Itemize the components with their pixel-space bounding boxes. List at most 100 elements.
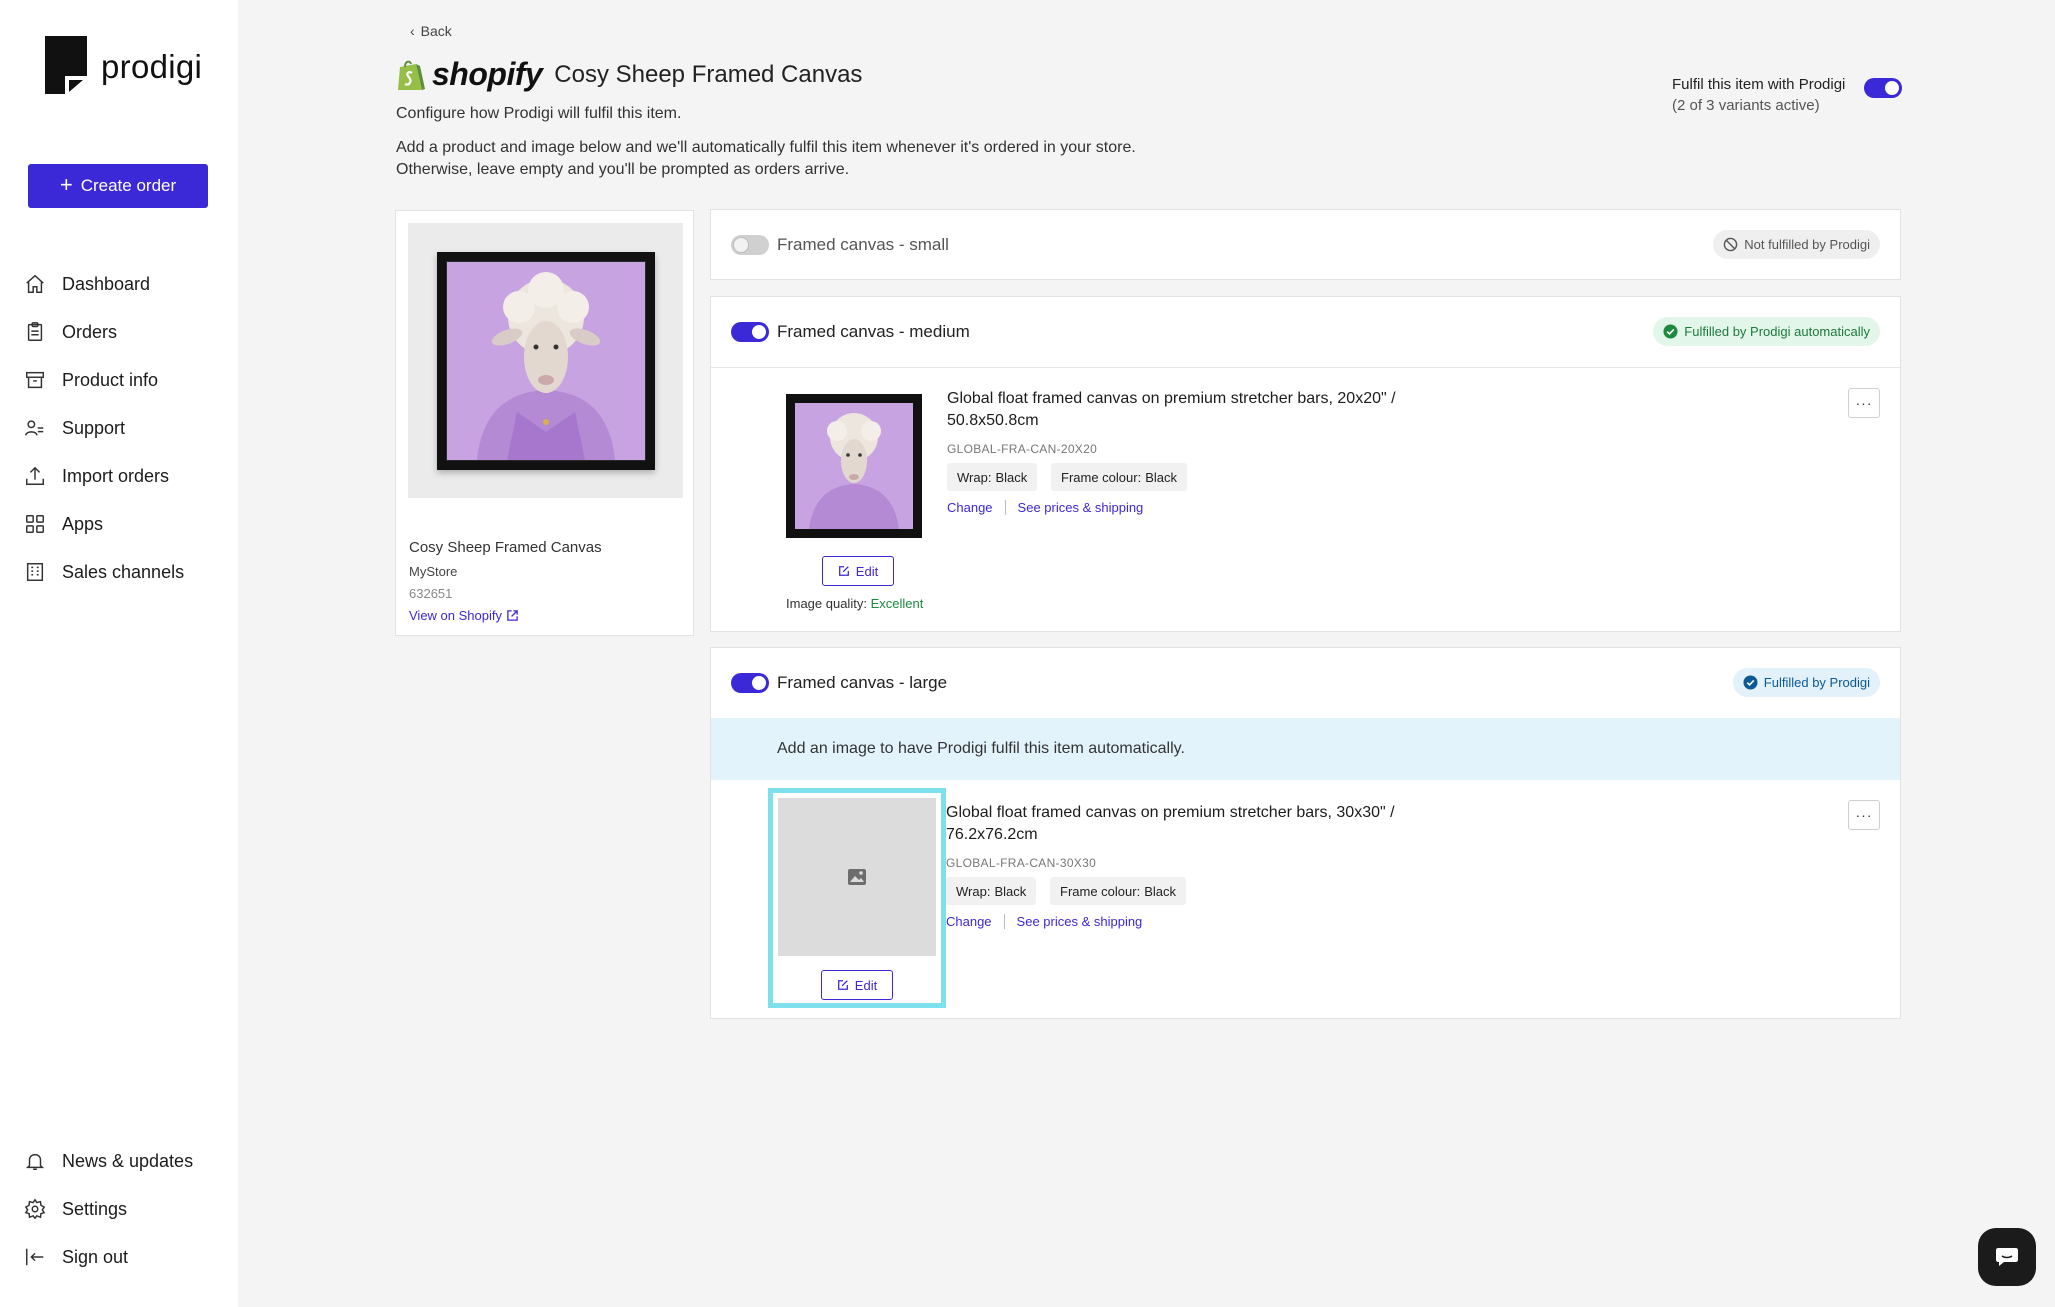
- variant-label: Framed canvas - large: [777, 673, 948, 692]
- image-icon: [848, 869, 866, 885]
- sidebar-item-product-info[interactable]: Product info: [0, 356, 238, 404]
- variant-panel-large: Framed canvas - large Fulfilled by Prodi…: [710, 647, 1901, 1019]
- description-line: Otherwise, leave empty and you'll be pro…: [396, 161, 850, 178]
- back-link[interactable]: ‹ Back: [410, 23, 452, 39]
- toggle-knob: [734, 238, 748, 252]
- toggle-knob: [752, 325, 766, 339]
- ellipsis-icon: ···: [1855, 807, 1873, 823]
- ban-icon: [1723, 237, 1738, 252]
- more-options-button[interactable]: ···: [1848, 388, 1880, 418]
- bell-icon: [25, 1153, 45, 1170]
- status-badge: Not fulfilled by Prodigi: [1713, 230, 1880, 259]
- sidebar: prodigi + Create order Dashboard Orders …: [0, 0, 238, 1307]
- page-subtitle: Configure how Prodigi will fulfil this i…: [396, 105, 682, 122]
- home-icon: [26, 274, 44, 293]
- image-quality: Image quality: Excellent: [786, 596, 923, 611]
- title-row: shopify Cosy Sheep Framed Canvas: [396, 56, 862, 93]
- frame-colour-label: Frame colour:: [1060, 883, 1141, 899]
- variant-toggle[interactable]: [731, 235, 769, 255]
- sidebar-bottom-nav: News & updates Settings Sign out: [0, 1137, 238, 1281]
- fulfil-variant-count: (2 of 3 variants active): [1672, 97, 1820, 114]
- product-sku: GLOBAL-FRA-CAN-30X30: [946, 856, 1097, 870]
- sidebar-item-news[interactable]: News & updates: [0, 1137, 238, 1185]
- sidebar-item-orders[interactable]: Orders: [0, 308, 238, 356]
- prodigi-logo-mark: [45, 36, 87, 94]
- upload-icon: [26, 466, 44, 485]
- prodigi-logo[interactable]: prodigi: [45, 36, 202, 94]
- sidebar-item-support[interactable]: Support: [0, 404, 238, 452]
- sidebar-item-apps[interactable]: Apps: [0, 500, 238, 548]
- variant-label: Framed canvas - small: [777, 235, 949, 254]
- check-circle-icon: [1663, 324, 1678, 339]
- sidebar-item-label: Import orders: [62, 465, 170, 486]
- plus-icon: +: [59, 172, 73, 197]
- view-on-shopify-link[interactable]: View on Shopify: [409, 608, 519, 623]
- page-title: Cosy Sheep Framed Canvas: [554, 60, 863, 88]
- clipboard-icon: [27, 322, 43, 341]
- product-title: Global float framed canvas on premium st…: [946, 804, 1395, 843]
- variant-label: Framed canvas - medium: [777, 322, 970, 341]
- product-image: [408, 223, 683, 498]
- product-thumbnail[interactable]: [786, 394, 922, 538]
- sidebar-item-sign-out[interactable]: Sign out: [0, 1233, 238, 1281]
- sheep-artwork: [445, 260, 646, 461]
- change-link[interactable]: Change: [946, 914, 992, 929]
- product-id: 632651: [409, 586, 453, 601]
- sidebar-nav: Dashboard Orders Product info Support Im…: [0, 260, 238, 596]
- edit-image-button[interactable]: Edit: [821, 970, 893, 1000]
- add-image-notice: Add an image to have Prodigi fulfil this…: [711, 718, 1900, 780]
- frame-colour-label: Frame colour:: [1061, 469, 1142, 485]
- image-quality-value: Excellent: [870, 596, 924, 611]
- wrap-label: Wrap:: [957, 469, 992, 485]
- link-separator: [1003, 914, 1005, 929]
- sidebar-item-label: Apps: [62, 513, 104, 534]
- create-order-button[interactable]: + Create order: [28, 164, 208, 208]
- frame-colour-chip: Frame colour: Black: [1051, 463, 1187, 491]
- status-badge: Fulfilled by Prodigi: [1732, 668, 1880, 697]
- chat-button[interactable]: [1978, 1228, 2036, 1286]
- more-options-button[interactable]: ···: [1848, 800, 1880, 830]
- edit-icon: [838, 566, 849, 576]
- sidebar-item-label: Sign out: [62, 1246, 129, 1267]
- prices-shipping-link[interactable]: See prices & shipping: [1018, 500, 1144, 515]
- status-badge: Fulfilled by Prodigi automatically: [1653, 317, 1880, 346]
- toggle-knob: [752, 676, 766, 690]
- status-badge-label: Not fulfilled by Prodigi: [1744, 237, 1870, 252]
- edit-label: Edit: [855, 563, 879, 579]
- sidebar-item-settings[interactable]: Settings: [0, 1185, 238, 1233]
- brand-name: prodigi: [101, 48, 203, 85]
- wrap-label: Wrap:: [956, 883, 991, 899]
- chat-icon: [1996, 1248, 2018, 1266]
- gear-icon: [24, 1198, 46, 1220]
- variant-toggle[interactable]: [731, 673, 769, 693]
- fulfil-toggle[interactable]: [1864, 78, 1902, 98]
- edit-image-button[interactable]: Edit: [822, 556, 894, 586]
- ellipsis-icon: ···: [1855, 395, 1873, 411]
- product-links: Change See prices & shipping: [947, 500, 1143, 515]
- page-description: Add a product and image below and we'll …: [396, 137, 1296, 181]
- sidebar-item-sales-channels[interactable]: Sales channels: [0, 548, 238, 596]
- sidebar-item-dashboard[interactable]: Dashboard: [0, 260, 238, 308]
- fulfil-label: Fulfil this item with Prodigi: [1672, 76, 1846, 93]
- wrap-value: Black: [995, 469, 1028, 485]
- sidebar-item-import-orders[interactable]: Import orders: [0, 452, 238, 500]
- shopify-bag-icon: [398, 60, 425, 90]
- image-placeholder[interactable]: [778, 798, 936, 956]
- product-title: Global float framed canvas on premium st…: [947, 390, 1396, 429]
- prices-shipping-link[interactable]: See prices & shipping: [1017, 914, 1143, 929]
- frame-colour-value: Black: [1145, 469, 1177, 485]
- external-link-icon: [507, 610, 518, 621]
- sidebar-item-label: News & updates: [62, 1150, 194, 1171]
- product-links: Change See prices & shipping: [946, 914, 1142, 929]
- status-badge-label: Fulfilled by Prodigi: [1763, 675, 1870, 690]
- building-icon: [26, 563, 44, 581]
- sidebar-item-label: Dashboard: [62, 273, 151, 294]
- product-sku: GLOBAL-FRA-CAN-20X20: [947, 442, 1098, 456]
- sidebar-item-label: Product info: [62, 369, 159, 390]
- change-link[interactable]: Change: [947, 500, 993, 515]
- sidebar-item-label: Sales channels: [62, 561, 185, 582]
- variant-header: Framed canvas - large Fulfilled by Prodi…: [711, 648, 1900, 718]
- fulfil-with-prodigi: Fulfil this item with Prodigi (2 of 3 va…: [1672, 76, 1845, 114]
- variant-toggle[interactable]: [731, 322, 769, 342]
- chevron-left-icon: ‹: [410, 23, 415, 39]
